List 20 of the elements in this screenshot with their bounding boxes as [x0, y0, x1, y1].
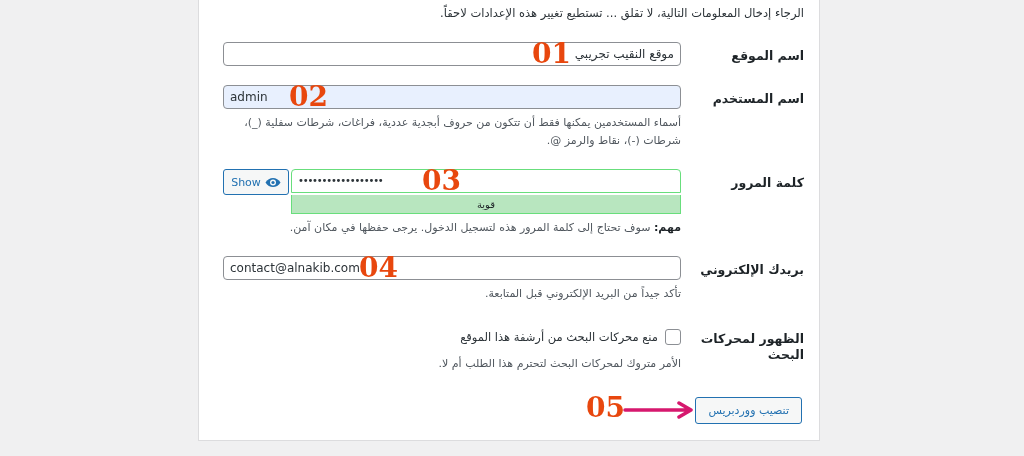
field-label: اسم المستخدم [711, 90, 804, 109]
help-text: تأكد جيداً من البريد الإلكتروني قبل المتابعة. [483, 285, 681, 302]
step-number: 05 [586, 391, 625, 425]
field-label: اسم الموقع [730, 47, 804, 65]
password-field[interactable]: •••••••••••••••••• 03 [291, 169, 681, 193]
install-button[interactable]: تنصيب ووردبريس [695, 397, 802, 424]
checkbox-label[interactable]: منع محركات البحث من أرشفة هذا الموقع [460, 330, 658, 344]
field-label: كلمة المرور [729, 174, 804, 192]
show-button[interactable]: Show [223, 169, 289, 195]
help-text: مهم: سوف تحتاج إلى كلمة المرور هذه لتسجيل الدخول. يرجى حفظها في مكان آمن. [288, 219, 681, 236]
eye-icon [264, 176, 281, 188]
input-field[interactable]: admin 02 [223, 85, 681, 109]
help-text: الأمر متروك لمحركات البحث لتحترم هذا الطلب أم لا. [437, 355, 681, 372]
help-text: أسماء المستخدمين يمكنها فقط أن تتكون من حروف أبجدية عددية، فراغات، شرطات سفلية (_)، شرطات (-)، نقاط والرمز @. [243, 114, 681, 149]
strength-meter: قوية [291, 195, 681, 214]
arrow-icon [623, 401, 695, 419]
field-label: الظهور لمحركات البحث [699, 330, 804, 364]
field-label: بريدك الإلكتروني [699, 261, 804, 279]
checkbox[interactable] [665, 329, 681, 345]
intro-text: الرجاء إدخال المعلومات التالية، لا تقلق ... تستطيع تغيير هذه الإعدادات لاحقاً. [439, 4, 804, 22]
